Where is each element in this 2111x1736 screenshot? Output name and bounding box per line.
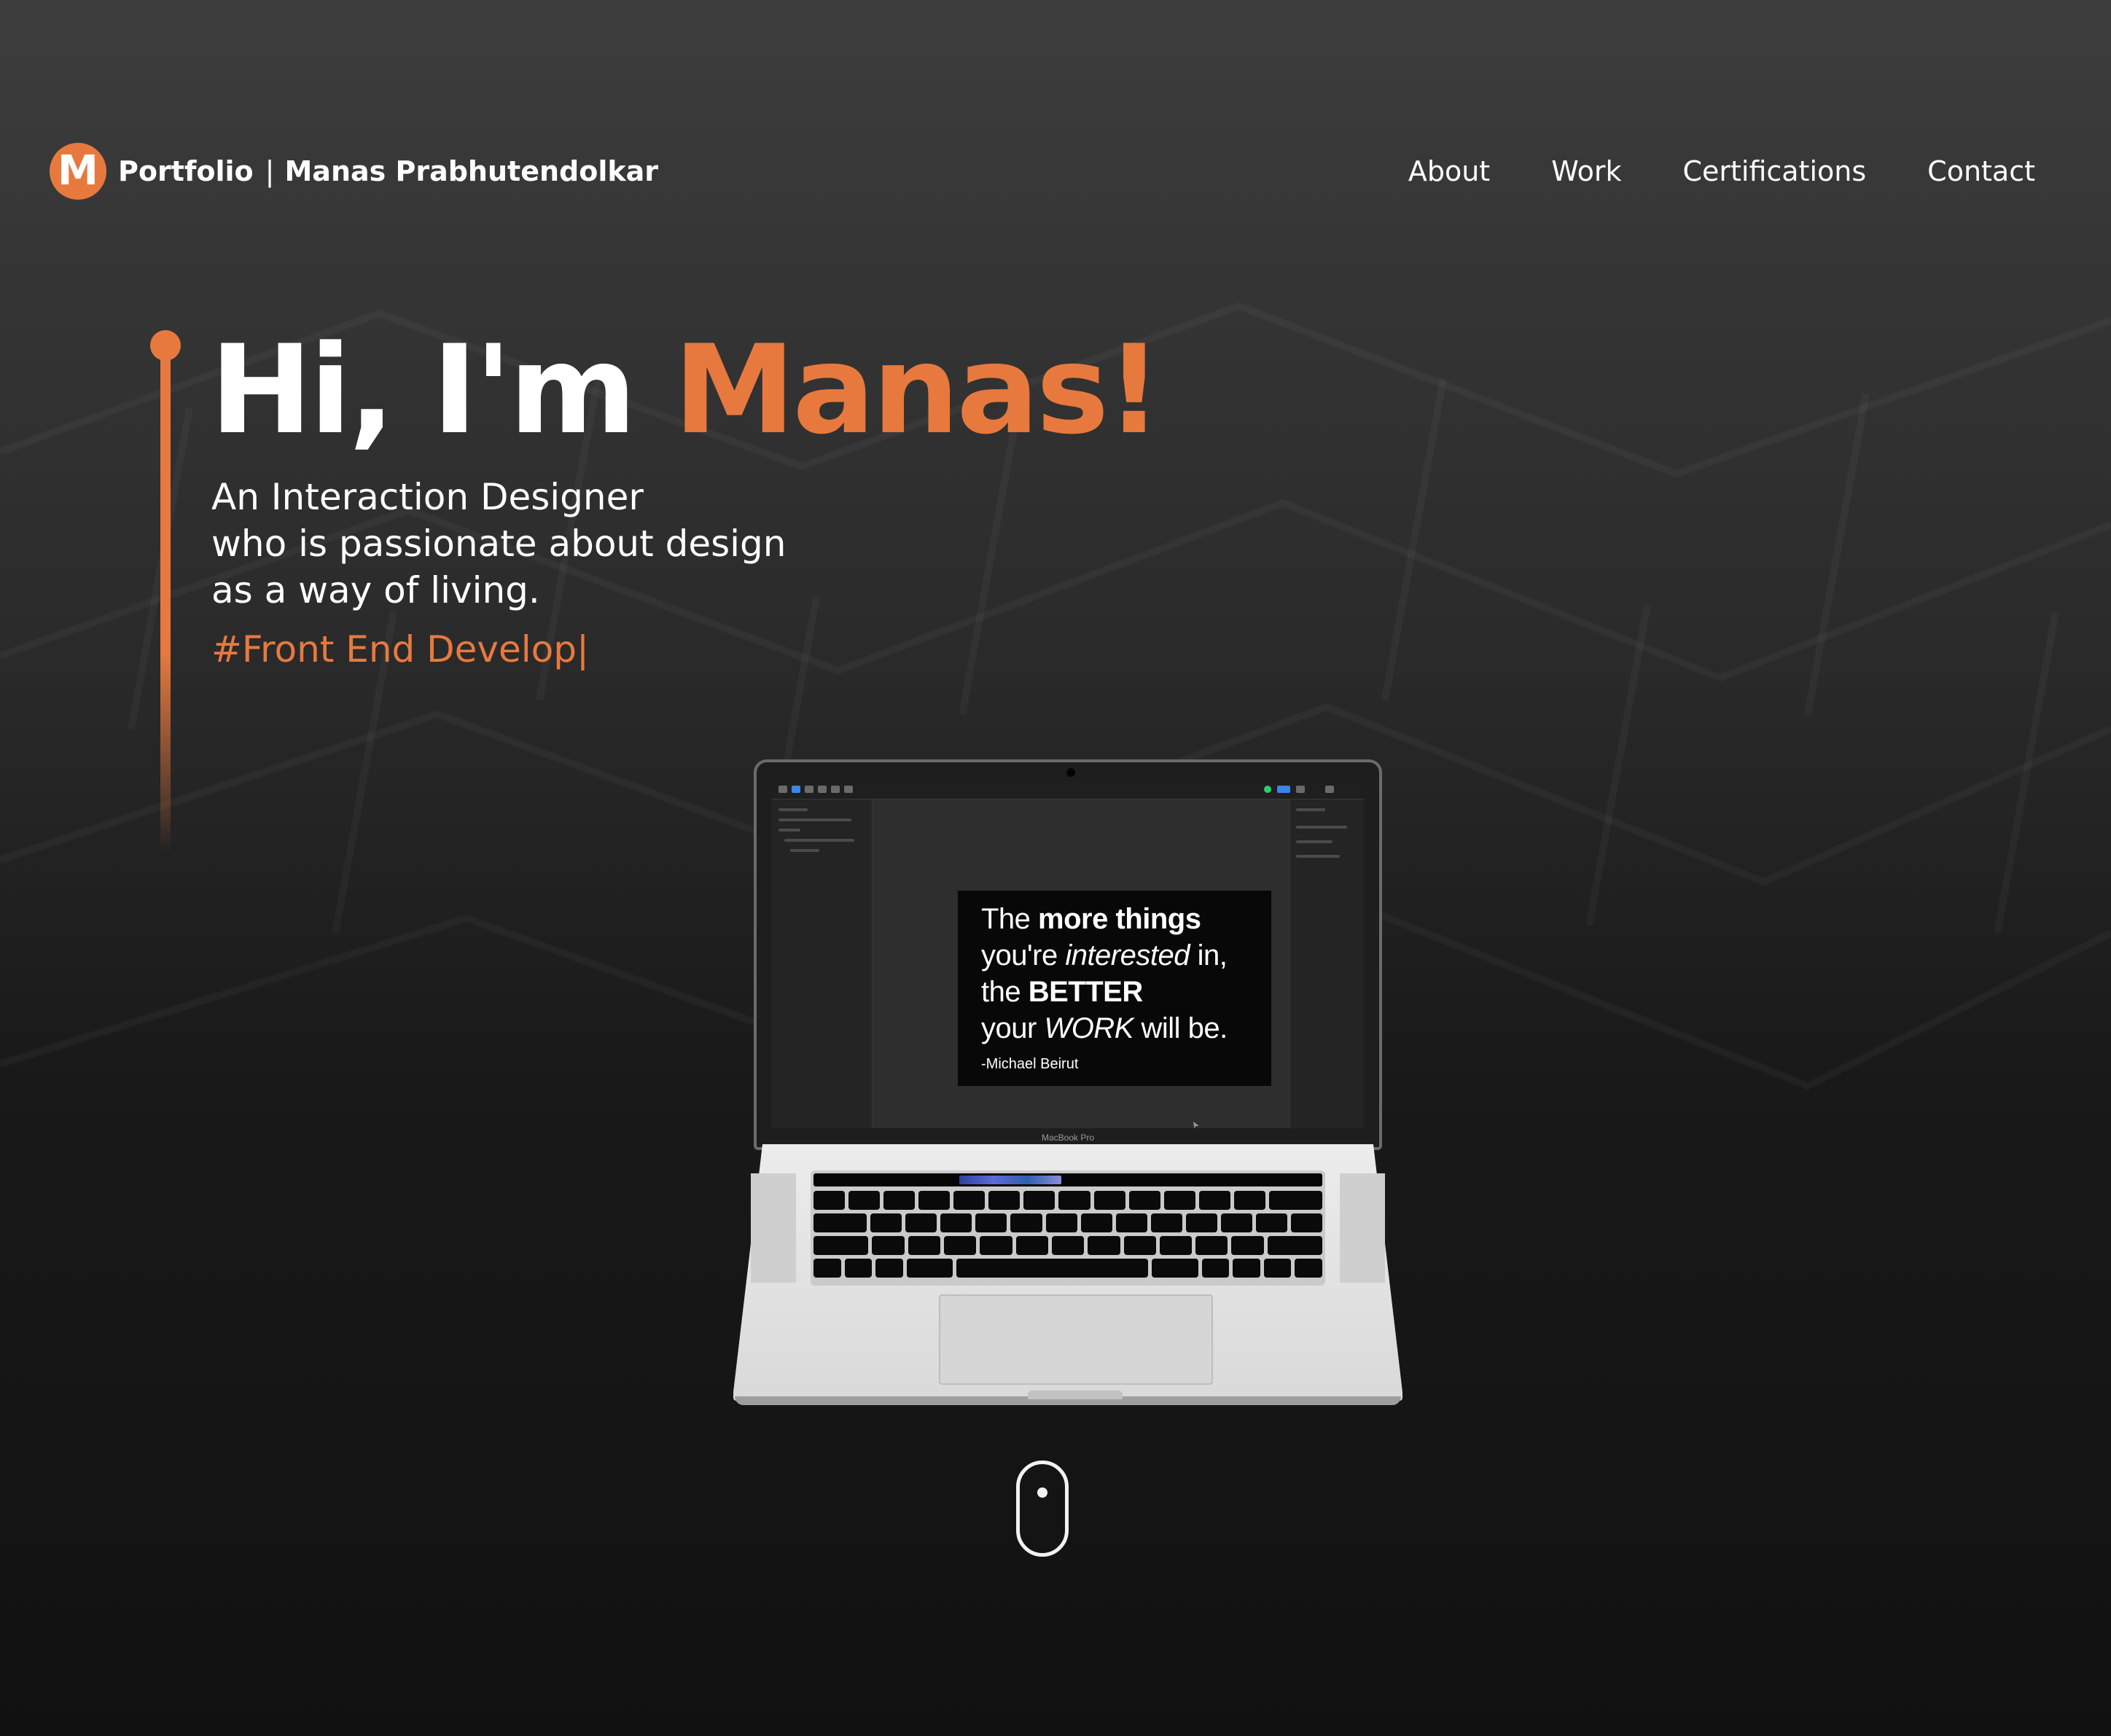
quote-line: your WORK will be. xyxy=(981,1012,1228,1044)
key-row xyxy=(813,1213,1323,1232)
panel-line xyxy=(779,808,808,811)
tagline-line: who is passionate about design xyxy=(211,523,787,565)
panel-line xyxy=(784,839,854,842)
panel-line xyxy=(1296,826,1347,829)
panel-line xyxy=(1296,840,1332,843)
key-row xyxy=(813,1259,1323,1278)
toolbar-icon xyxy=(792,786,800,793)
brand-separator: | xyxy=(265,155,275,187)
toolbar-icon xyxy=(818,786,827,793)
quote-line: the BETTER xyxy=(981,976,1143,1008)
laptop-trackpad xyxy=(939,1294,1213,1385)
panel-line xyxy=(1296,855,1340,858)
hero-tagline: An Interaction Designer who is passionat… xyxy=(211,474,940,614)
logo-icon[interactable]: M xyxy=(50,143,106,200)
laptop-screen: The more things you're interested in, th… xyxy=(771,780,1365,1128)
nav-contact[interactable]: Contact xyxy=(1927,153,2035,189)
panel-line xyxy=(779,818,851,821)
key-row xyxy=(813,1236,1323,1255)
toolbar-icon xyxy=(844,786,853,793)
laptop-model-label: MacBook Pro xyxy=(1041,1133,1095,1143)
main-nav: About Work Certifications Contact xyxy=(1408,153,2035,189)
quote-author: -Michael Beirut xyxy=(981,1056,1079,1072)
brand-secondary: Manas Prabhutendolkar xyxy=(284,155,659,187)
quote-text: The more things you're interested in, th… xyxy=(981,901,1254,1047)
touch-bar xyxy=(813,1173,1322,1186)
laptop-base xyxy=(733,1144,1402,1428)
key-row xyxy=(813,1191,1323,1210)
site-header: M Portfolio | Manas Prabhutendolkar About … xyxy=(0,0,2111,350)
typing-text: #Front End Develop xyxy=(211,628,577,670)
toolbar-icon xyxy=(1296,786,1305,793)
brand-primary: Portfolio xyxy=(118,155,254,187)
hero-name: Manas! xyxy=(674,318,1162,461)
toolbar-icon xyxy=(779,786,787,793)
tagline-line: as a way of living. xyxy=(211,569,540,611)
toolbar-icon xyxy=(1264,786,1271,793)
speaker-grille xyxy=(751,1173,796,1283)
speaker-grille xyxy=(1340,1173,1385,1283)
typing-role-text: #Front End Develop| xyxy=(211,625,589,673)
touch-bar-color-strip xyxy=(959,1176,1061,1184)
nav-certifications[interactable]: Certifications xyxy=(1682,153,1866,189)
typing-cursor: | xyxy=(577,628,589,670)
nav-about[interactable]: About xyxy=(1408,153,1490,189)
hero-greeting: Hi, I'm xyxy=(210,318,636,461)
quote-line: The more things xyxy=(981,903,1201,935)
panel-line xyxy=(779,829,800,832)
quote-line: you're interested in, xyxy=(981,939,1228,971)
toolbar-icon xyxy=(805,786,813,793)
nav-work[interactable]: Work xyxy=(1551,153,1621,189)
toolbar-icon xyxy=(1325,786,1334,793)
laptop-mockup: The more things you're interested in, th… xyxy=(733,759,1402,1405)
toolbar-icon xyxy=(1277,786,1290,793)
laptop-notch xyxy=(1028,1391,1123,1399)
camera-icon xyxy=(1066,768,1075,777)
scroll-wheel-dot xyxy=(1037,1487,1047,1498)
panel-line xyxy=(790,849,819,852)
brand-title[interactable]: Portfolio | Manas Prabhutendolkar xyxy=(118,153,658,189)
panel-line xyxy=(1296,808,1325,811)
laptop-lid: The more things you're interested in, th… xyxy=(754,759,1382,1150)
hero-title: Hi, I'm Manas! xyxy=(210,318,1162,461)
tagline-line: An Interaction Designer xyxy=(211,476,644,518)
design-app-properties-panel xyxy=(1289,799,1365,1128)
accent-line xyxy=(160,350,171,853)
cursor-icon xyxy=(1193,1122,1199,1128)
mouse-scroll-icon[interactable] xyxy=(1016,1461,1069,1557)
quote-card: The more things you're interested in, th… xyxy=(958,891,1271,1086)
laptop-keyboard xyxy=(811,1170,1325,1286)
design-app-toolbar xyxy=(771,780,1365,799)
design-app-layers-panel xyxy=(771,799,873,1128)
toolbar-icon xyxy=(831,786,840,793)
